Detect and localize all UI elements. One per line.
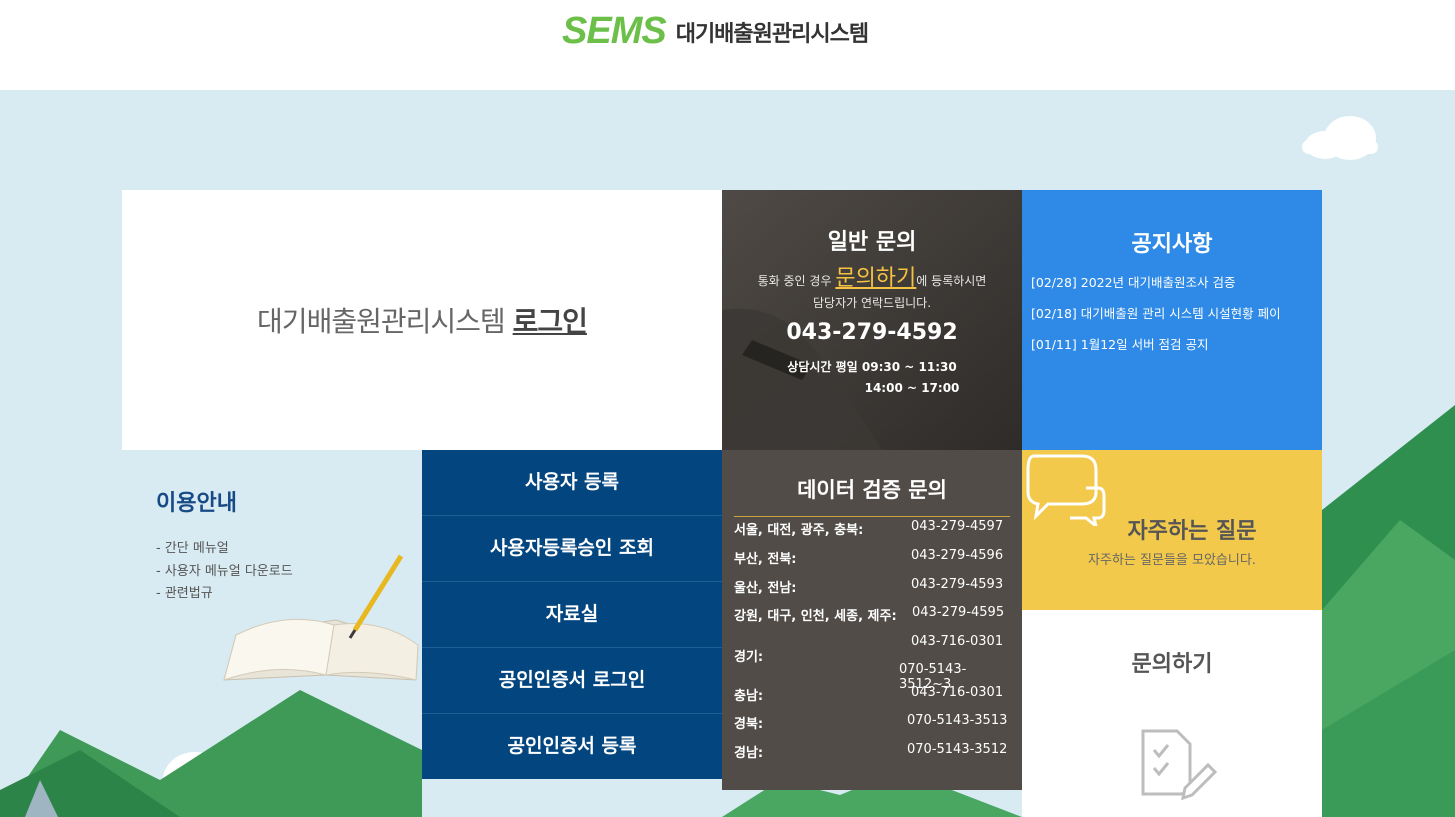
general-inquiry-desc: 통화 중인 경우 문의하기에 등록하시면 담당자가 연락드립니다. [722,268,1022,314]
system-name: 대기배출원관리시스템 [675,21,869,47]
contact-region: 경기: [734,650,764,665]
login-title-prefix: 대기배출원관리시스템 [257,305,506,338]
login-link[interactable]: 로그인 [513,305,588,338]
consult-hours-line2: 14:00 ~ 17:00 [864,381,960,395]
checklist-edit-icon [1141,729,1218,801]
login-title: 대기배출원관리시스템 로그인 [257,300,588,340]
contact-region: 충남: [734,689,764,704]
faq-desc: 자주하는 질문들을 모았습니다. [1088,553,1256,568]
menu-user-register[interactable]: 사용자 등록 [422,450,722,516]
consult-hours-line1: 상담시간 평일 09:30 ~ 11:30 [787,360,957,374]
contact-number: 043-279-4593 [911,577,1004,592]
menu-cert-register[interactable]: 공인인증서 등록 [422,714,722,780]
contact-region: 경북: [734,717,764,732]
menu-data-room[interactable]: 자료실 [422,582,722,648]
contact-number: 043-279-4597 [911,519,1004,534]
inquiry-link[interactable]: 문의하기 [835,266,916,291]
contact-region: 경남: [734,746,764,761]
data-inquiry-panel: 데이터 검증 문의 서울, 대전, 광주, 충북: 043-279-4597 부… [722,450,1022,790]
contact-region: 서울, 대전, 광주, 충북: [734,523,864,538]
menu-cert-login[interactable]: 공인인증서 로그인 [422,648,722,714]
main-menu: 사용자 등록 사용자등록승인 조회 자료실 공인인증서 로그인 공인인증서 등록 [422,450,722,779]
notice-panel: 공지사항 [02/28] 2022년 대기배출원조사 검증 [02/18] 대기… [1022,190,1322,450]
consult-hours: 상담시간 평일 09:30 ~ 11:30 14:00 ~ 17:00 [722,357,1022,399]
contact-region: 강원, 대구, 인천, 세종, 제주: [734,609,897,624]
notice-title: 공지사항 [1131,232,1213,257]
desc-pre: 통화 중인 경우 [757,274,832,288]
desc-line2: 담당자가 연락드립니다. [812,296,932,310]
menu-user-approval-check[interactable]: 사용자등록승인 조회 [422,516,722,582]
book-pencil-icon [223,554,419,681]
notice-item[interactable]: [02/18] 대기배출원 관리 시스템 시설현황 페이 [1022,303,1322,334]
ask-title: 문의하기 [1131,652,1213,677]
site-logo[interactable]: SEMS 대기배출원관리시스템 [562,10,869,53]
general-inquiry-title: 일반 문의 [827,230,917,255]
notice-item[interactable]: [02/28] 2022년 대기배출원조사 검증 [1022,272,1322,303]
guide-title: 이용안내 [156,491,237,516]
desc-post: 에 등록하시면 [916,274,987,288]
guide-panel: 이용안내 - 간단 메뉴얼 - 사용자 메뉴얼 다운로드 - 관련법규 [122,450,422,790]
general-inquiry-panel: 일반 문의 통화 중인 경우 문의하기에 등록하시면 담당자가 연락드립니다. … [722,190,1022,450]
contact-number: 070-5143-3512 [907,742,1008,757]
site-header: SEMS 대기배출원관리시스템 [0,0,1455,90]
contact-number: 070-5143-3513 [907,713,1008,728]
notice-item[interactable]: [01/11] 1월12일 서버 점검 공지 [1022,334,1322,365]
contact-region: 울산, 전남: [734,581,797,596]
login-panel: 대기배출원관리시스템 로그인 [122,190,722,450]
ask-panel[interactable]: 문의하기 [1022,610,1322,817]
contact-number: 043-279-4595 [912,605,1005,620]
sems-logo-mark: SEMS [562,10,667,52]
faq-panel[interactable]: 자주하는 질문 자주하는 질문들을 모았습니다. [1022,450,1322,610]
general-inquiry-phone: 043-279-4592 [786,320,958,345]
contact-number: 043-716-0301 [911,634,1004,649]
contact-number: 043-716-0301 [911,685,1004,700]
faq-title: 자주하는 질문 [1127,519,1257,544]
data-inquiry-title: 데이터 검증 문의 [734,450,1010,517]
contact-region: 부산, 전북: [734,552,797,567]
contact-number: 043-279-4596 [911,548,1004,563]
